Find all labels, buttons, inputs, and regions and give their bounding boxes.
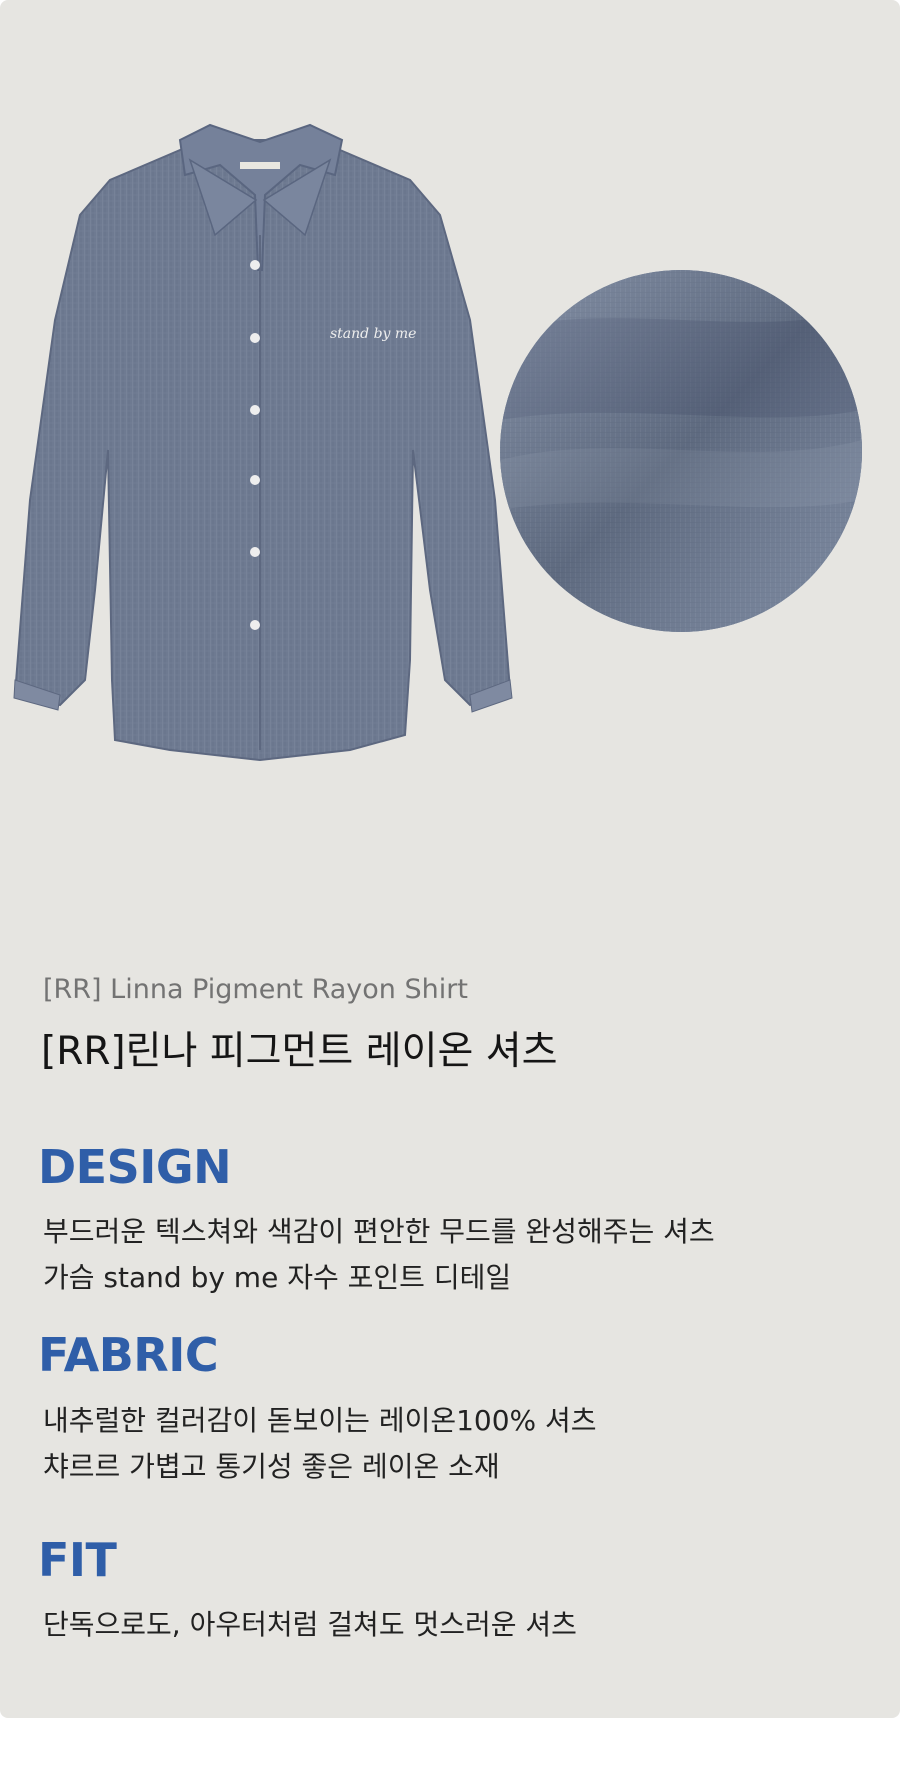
design-line-2: 가슴 stand by me 자수 포인트 디테일 [43, 1261, 512, 1294]
fabric-line-2: 챠르르 가볍고 통기성 좋은 레이온 소재 [43, 1450, 500, 1483]
embroidery-text: stand by me [330, 326, 416, 342]
shirt-image: stand by me [13, 123, 513, 762]
design-line-1: 부드러운 텍스쳐와 색감이 편안한 무드를 완성해주는 셔츠 [43, 1215, 715, 1248]
design-heading: DESIGN [38, 1140, 232, 1194]
fabric-line-1: 내추럴한 컬러감이 돋보이는 레이온100% 셔츠 [43, 1404, 597, 1437]
product-name-korean: [RR]린나 피그먼트 레이온 셔츠 [41, 1029, 558, 1074]
fit-heading: FIT [38, 1533, 117, 1587]
product-name-english: [RR] Linna Pigment Rayon Shirt [43, 974, 468, 1005]
fabric-swatch [500, 270, 862, 632]
product-hero: stand by me [0, 0, 900, 820]
fabric-heading: FABRIC [38, 1328, 219, 1382]
product-detail-card: stand by me [RR] Linna Pigment Rayon Shi… [0, 0, 900, 1718]
fit-line-1: 단독으로도, 아우터처럼 걸쳐도 멋스러운 셔츠 [43, 1608, 577, 1641]
